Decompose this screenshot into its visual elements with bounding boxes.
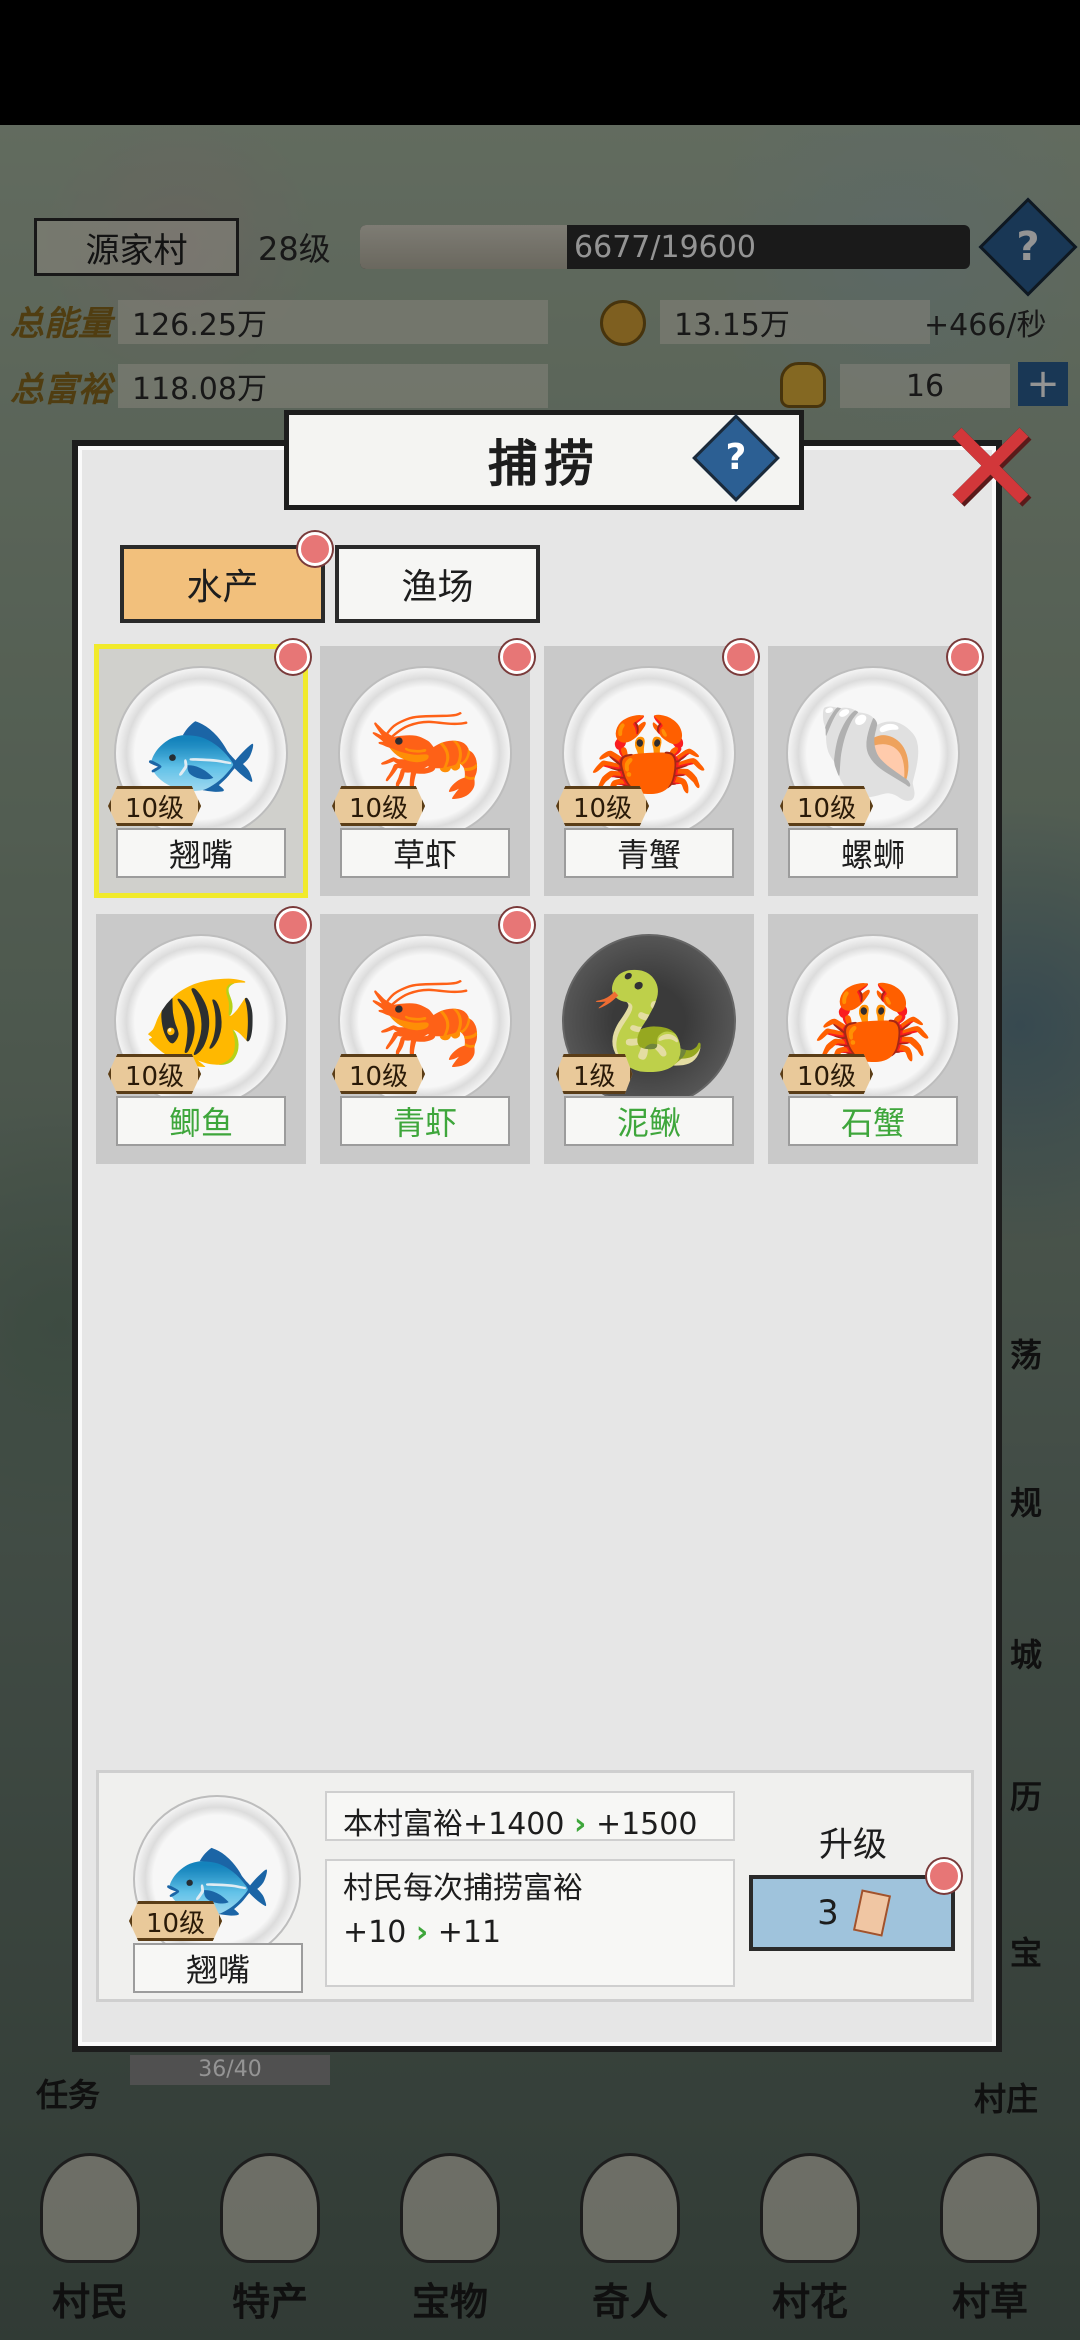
tab-aquatic-notification-dot <box>298 532 332 566</box>
upgrade-button[interactable]: 3 <box>749 1875 955 1951</box>
item-notification-dot <box>500 640 534 674</box>
arrow-icon: › <box>415 1915 429 1950</box>
item-name: 草虾 <box>340 828 510 878</box>
item-level-tag: 10级 <box>332 1054 426 1094</box>
item-notification-dot <box>276 640 310 674</box>
item-level-tag: 10级 <box>556 786 650 826</box>
item-name: 泥鳅 <box>564 1096 734 1146</box>
selected-item-detail: 🐟 10级 翘嘴 本村富裕+1400 › +1500 村民每次捕捞富裕 +10 … <box>96 1770 974 2002</box>
item-name: 翘嘴 <box>116 828 286 878</box>
item-name: 青蟹 <box>564 828 734 878</box>
item-level-tag: 10级 <box>780 786 874 826</box>
tab-aquatic[interactable]: 水产 <box>120 545 325 623</box>
detail-name: 翘嘴 <box>133 1943 303 1993</box>
item-name: 螺蛳 <box>788 828 958 878</box>
tab-fishery[interactable]: 渔场 <box>335 545 540 623</box>
item-name: 石蟹 <box>788 1096 958 1146</box>
upgrade-cost: 3 <box>817 1893 839 1933</box>
catch-bonus-box: 村民每次捕捞富裕 +10 › +11 <box>325 1859 735 1987</box>
item-notification-dot <box>948 640 982 674</box>
item-notification-dot <box>500 908 534 942</box>
item-level-tag: 10级 <box>108 1054 202 1094</box>
detail-level-tag: 10级 <box>129 1901 223 1941</box>
item-level-tag: 10级 <box>780 1054 874 1094</box>
item-cell[interactable]: 🐠 10级 鲫鱼 <box>96 914 306 1164</box>
dialog-title: 捕捞 <box>488 434 600 493</box>
wealth-bonus-line: 本村富裕+1400 › +1500 <box>325 1791 735 1842</box>
item-name: 青虾 <box>340 1096 510 1146</box>
arrow-icon: › <box>574 1807 587 1842</box>
item-notification-dot <box>276 908 310 942</box>
item-level-tag: 10级 <box>332 786 426 826</box>
upgrade-notification-dot <box>927 1859 961 1893</box>
status-bar <box>0 0 1080 125</box>
close-button[interactable]: ✕ <box>936 403 1045 533</box>
item-cell[interactable]: 🦐 10级 草虾 <box>320 646 530 896</box>
item-cell[interactable]: 🦐 10级 青虾 <box>320 914 530 1164</box>
item-name: 鲫鱼 <box>116 1096 286 1146</box>
upgrade-label: 升级 <box>819 1825 887 1865</box>
item-cell[interactable]: 🐍 1级 泥鳅 <box>544 914 754 1164</box>
item-notification-dot <box>724 640 758 674</box>
item-level-tag: 1级 <box>556 1054 633 1094</box>
item-cell[interactable]: 🐚 10级 螺蛳 <box>768 646 978 896</box>
item-cell[interactable]: 🦀 10级 青蟹 <box>544 646 754 896</box>
item-level-tag: 10级 <box>108 786 202 826</box>
ticket-icon <box>852 1889 891 1937</box>
item-cell[interactable]: 🐟 10级 翘嘴 <box>94 644 308 898</box>
item-cell[interactable]: 🦀 10级 石蟹 <box>768 914 978 1164</box>
